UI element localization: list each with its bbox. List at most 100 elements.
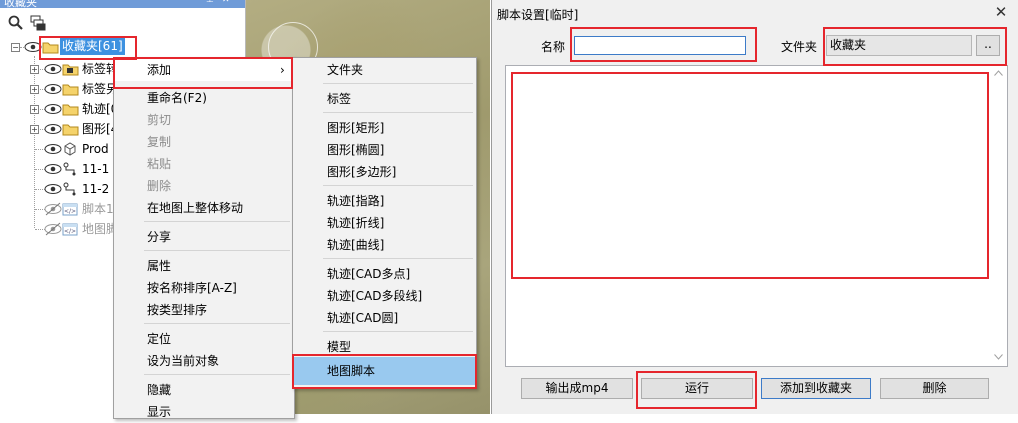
export-mp4-button[interactable]: 输出成mp4: [521, 378, 633, 399]
svg-text:</>: </>: [64, 228, 76, 235]
submenu-item[interactable]: 文件夹: [293, 59, 476, 81]
expand-toggle-icon[interactable]: +: [30, 125, 39, 134]
submenu-item[interactable]: 标签: [293, 88, 476, 110]
scroll-up-icon[interactable]: [994, 70, 1003, 76]
visibility-eye-icon[interactable]: [44, 202, 62, 216]
scrollbar[interactable]: [990, 66, 1007, 366]
menu-separator: [323, 83, 473, 84]
svg-text:</>: </>: [64, 208, 76, 215]
context-menu-item[interactable]: 重命名(F2): [114, 87, 294, 109]
collapse-toggle-icon[interactable]: −: [11, 43, 20, 52]
submenu-item-label: 轨迹[CAD多段线]: [327, 289, 423, 303]
context-menu-item[interactable]: 在地图上整体移动: [114, 197, 294, 219]
context-menu-item[interactable]: 剪切: [114, 109, 294, 131]
tree-item-label: Prod: [82, 142, 109, 156]
script-icon: </>: [62, 203, 78, 216]
close-icon[interactable]: ✕: [991, 2, 1011, 22]
context-menu: 添加 › 重命名(F2) 剪切复制粘贴删除在地图上整体移动 分享属性按名称排序[A-Z]…: [113, 57, 295, 419]
context-menu-item[interactable]: 分享: [114, 226, 294, 248]
name-input[interactable]: [574, 36, 746, 55]
submenu-item[interactable]: 地图脚本: [293, 357, 476, 385]
name-label: 名称: [541, 40, 566, 54]
panel-title: 收藏夹: [4, 0, 37, 8]
folder-open-icon: [42, 42, 59, 54]
track-icon: [63, 162, 76, 176]
dialog-title: 脚本设置[临时]: [497, 8, 579, 22]
folder-field[interactable]: 收藏夹: [826, 35, 972, 56]
visibility-eye-icon[interactable]: [44, 62, 62, 76]
context-menu-item[interactable]: 按名称排序[A-Z]: [114, 277, 294, 299]
submenu-item[interactable]: 轨迹[CAD多段线]: [293, 285, 476, 307]
tag-folder-icon: [62, 64, 79, 76]
context-menu-item-label: 分享: [147, 230, 172, 244]
menu-separator: [323, 331, 473, 332]
context-menu-item[interactable]: 显示: [114, 401, 294, 423]
submenu-item[interactable]: 图形[多边形]: [293, 161, 476, 183]
visibility-eye-icon[interactable]: [24, 40, 42, 54]
layers-icon[interactable]: [30, 15, 46, 31]
context-menu-item[interactable]: 删除: [114, 175, 294, 197]
context-menu-item-label: 删除: [147, 179, 172, 193]
submenu-item-label: 地图脚本: [327, 364, 376, 378]
visibility-eye-icon[interactable]: [44, 142, 62, 156]
context-menu-item-label: 粘贴: [147, 157, 172, 171]
submenu-item-label: 轨迹[曲线]: [327, 238, 385, 252]
context-menu-item-label: 属性: [147, 259, 172, 273]
panel-header-buttons: ⊥ ✕: [196, 0, 236, 7]
visibility-eye-icon[interactable]: [44, 82, 62, 96]
script-editor[interactable]: [505, 65, 1008, 367]
submenu-item[interactable]: 模型: [293, 336, 476, 358]
tree-item-label: 11-2: [82, 182, 110, 196]
submenu-item[interactable]: 轨迹[CAD多点]: [293, 263, 476, 285]
visibility-eye-icon[interactable]: [44, 162, 62, 176]
submenu-item[interactable]: 轨迹[指路]: [293, 190, 476, 212]
script-icon: </>: [62, 223, 78, 236]
scroll-down-icon[interactable]: [994, 354, 1003, 360]
context-menu-item-label: 定位: [147, 332, 172, 346]
delete-button[interactable]: 删除: [880, 378, 989, 399]
expand-toggle-icon[interactable]: +: [30, 65, 39, 74]
context-menu-item[interactable]: 定位: [114, 328, 294, 350]
menu-separator: [323, 112, 473, 113]
visibility-eye-icon[interactable]: [44, 102, 62, 116]
context-menu-item[interactable]: 粘贴: [114, 153, 294, 175]
submenu-item-label: 图形[矩形]: [327, 121, 385, 135]
submenu-item[interactable]: 轨迹[折线]: [293, 212, 476, 234]
menu-separator: [144, 323, 290, 324]
expand-toggle-icon[interactable]: +: [30, 105, 39, 114]
tree-root-label[interactable]: 收藏夹[61]: [60, 37, 125, 55]
folder-icon: [62, 84, 79, 96]
menu-separator: [323, 185, 473, 186]
submenu-item-label: 轨迹[CAD圆]: [327, 311, 399, 325]
submenu-item[interactable]: 图形[矩形]: [293, 117, 476, 139]
visibility-eye-icon[interactable]: [44, 122, 62, 136]
context-menu-item[interactable]: 设为当前对象: [114, 350, 294, 372]
search-icon[interactable]: [8, 15, 24, 31]
submenu-item-label: 模型: [327, 340, 352, 354]
context-menu-item[interactable]: 添加 ›: [114, 59, 294, 81]
context-menu-item-label: 复制: [147, 135, 172, 149]
context-menu-item[interactable]: 复制: [114, 131, 294, 153]
visibility-eye-icon[interactable]: [44, 222, 62, 236]
submenu-arrow-icon: ›: [280, 63, 285, 77]
context-menu-item[interactable]: 隐藏: [114, 379, 294, 401]
close-icon[interactable]: ✕: [222, 0, 230, 5]
add-to-favorites-button[interactable]: 添加到收藏夹: [761, 378, 871, 399]
context-menu-item-label: 显示: [147, 405, 172, 419]
browse-folder-button[interactable]: ..: [976, 35, 1000, 56]
context-menu-item-label: 在地图上整体移动: [147, 201, 244, 215]
expand-toggle-icon[interactable]: +: [30, 85, 39, 94]
pin-icon[interactable]: ⊥: [206, 0, 214, 5]
run-button[interactable]: 运行: [641, 378, 753, 399]
context-menu-item-label: 按名称排序[A-Z]: [147, 281, 237, 295]
track-icon: [63, 182, 76, 196]
submenu-item[interactable]: 轨迹[CAD圆]: [293, 307, 476, 329]
context-menu-item[interactable]: 属性: [114, 255, 294, 277]
submenu-item[interactable]: 轨迹[曲线]: [293, 234, 476, 256]
tree-root[interactable]: − 收藏夹[61]: [0, 37, 245, 57]
submenu-item-label: 图形[椭圆]: [327, 143, 385, 157]
context-menu-item[interactable]: 按类型排序: [114, 299, 294, 321]
submenu-item[interactable]: 图形[椭圆]: [293, 139, 476, 161]
visibility-eye-icon[interactable]: [44, 182, 62, 196]
folder-icon: [62, 104, 79, 116]
